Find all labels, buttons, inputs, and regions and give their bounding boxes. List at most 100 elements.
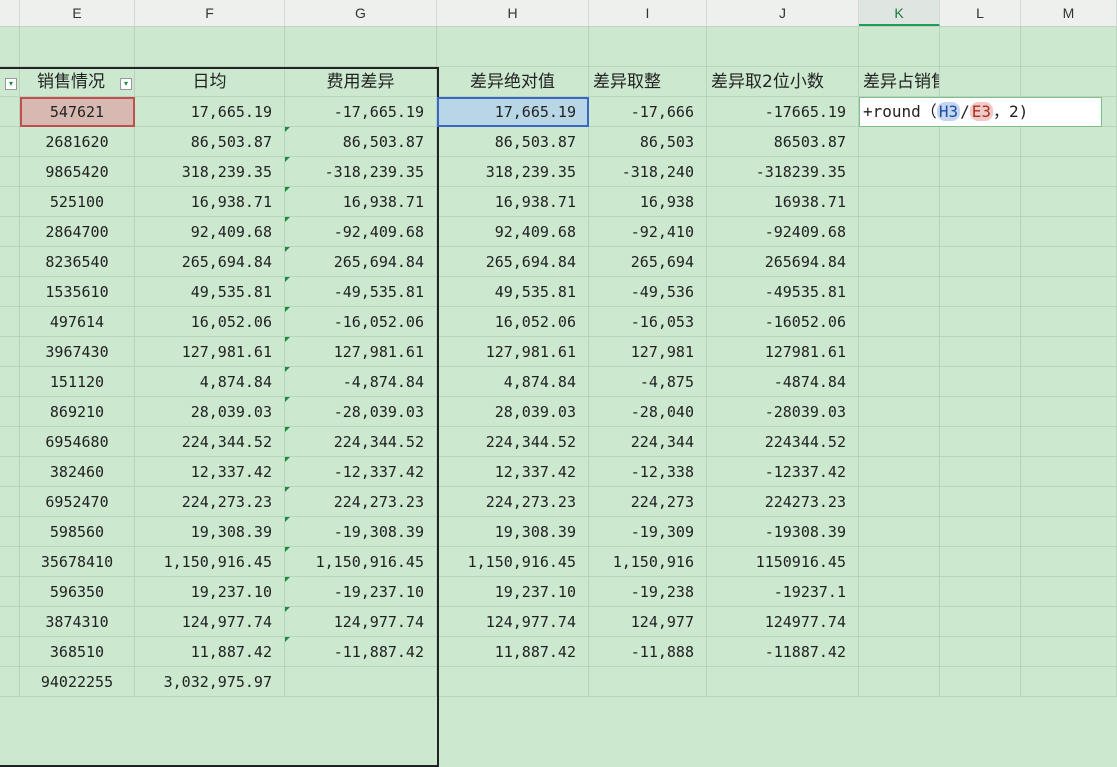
formula-ref-h3[interactable]: H3 [936, 102, 961, 121]
cell-e[interactable]: 6954680 [20, 427, 135, 457]
column-header-j[interactable]: J [707, 0, 859, 26]
cell-h[interactable]: 127,981.61 [437, 337, 589, 367]
cell-h[interactable]: 224,344.52 [437, 427, 589, 457]
cell-e[interactable]: 382460 [20, 457, 135, 487]
cell-j[interactable]: -28039.03 [707, 397, 859, 427]
cell-i[interactable]: -19,309 [589, 517, 707, 547]
cell-e[interactable]: 8236540 [20, 247, 135, 277]
cell-e[interactable]: 35678410 [20, 547, 135, 577]
column-header-k[interactable]: K [859, 0, 940, 26]
cell-i[interactable]: 265,694 [589, 247, 707, 277]
cell-e[interactable]: 368510 [20, 637, 135, 667]
cell-i[interactable]: 224,273 [589, 487, 707, 517]
cell-g[interactable]: 86,503.87 [285, 127, 437, 157]
cell-h[interactable]: 16,052.06 [437, 307, 589, 337]
cell-g[interactable]: -4,874.84 [285, 367, 437, 397]
column-header-g[interactable]: G [285, 0, 437, 26]
filter-dropdown-icon[interactable]: ▾ [5, 78, 17, 90]
cell-h[interactable]: 318,239.35 [437, 157, 589, 187]
cell-f[interactable]: 49,535.81 [135, 277, 285, 307]
cell-g[interactable]: -12,337.42 [285, 457, 437, 487]
cell-j[interactable]: 1150916.45 [707, 547, 859, 577]
cell-i[interactable]: -28,040 [589, 397, 707, 427]
cell-f[interactable]: 224,273.23 [135, 487, 285, 517]
cell-g[interactable]: 224,344.52 [285, 427, 437, 457]
cell-g[interactable]: -19,308.39 [285, 517, 437, 547]
cell-j[interactable]: -19308.39 [707, 517, 859, 547]
cell-j[interactable]: 224344.52 [707, 427, 859, 457]
cell-j[interactable]: -318239.35 [707, 157, 859, 187]
cell-f[interactable]: 19,237.10 [135, 577, 285, 607]
formula-ref-e3[interactable]: E3 [969, 102, 993, 121]
cell-i[interactable]: 224,344 [589, 427, 707, 457]
cell-g[interactable]: 265,694.84 [285, 247, 437, 277]
cell-f[interactable]: 12,337.42 [135, 457, 285, 487]
cell-h[interactable]: 1,150,916.45 [437, 547, 589, 577]
cell-h[interactable]: 124,977.74 [437, 607, 589, 637]
cell-j[interactable]: -4874.84 [707, 367, 859, 397]
cell-h[interactable]: 11,887.42 [437, 637, 589, 667]
cell-i[interactable]: -11,888 [589, 637, 707, 667]
cell-h[interactable]: 4,874.84 [437, 367, 589, 397]
cell-h[interactable]: 17,665.19 [437, 97, 589, 127]
column-header-i[interactable]: I [589, 0, 707, 26]
cell-g[interactable]: 224,273.23 [285, 487, 437, 517]
cell-e[interactable]: 2681620 [20, 127, 135, 157]
cell-h[interactable]: 16,938.71 [437, 187, 589, 217]
cell-i[interactable]: -49,536 [589, 277, 707, 307]
cell-f[interactable]: 4,874.84 [135, 367, 285, 397]
cell-e[interactable]: 3874310 [20, 607, 135, 637]
cell-g[interactable]: 127,981.61 [285, 337, 437, 367]
cell-g[interactable]: -19,237.10 [285, 577, 437, 607]
cell-j[interactable]: 224273.23 [707, 487, 859, 517]
cell-f[interactable]: 19,308.39 [135, 517, 285, 547]
cell-h[interactable]: 224,273.23 [437, 487, 589, 517]
cell-f[interactable]: 86,503.87 [135, 127, 285, 157]
cell-e[interactable]: 2864700 [20, 217, 135, 247]
cell-f[interactable]: 17,665.19 [135, 97, 285, 127]
cell-e[interactable]: 525100 [20, 187, 135, 217]
cell-j[interactable]: -17665.19 [707, 97, 859, 127]
cell-h[interactable]: 265,694.84 [437, 247, 589, 277]
cell-j[interactable]: 265694.84 [707, 247, 859, 277]
cell-g[interactable]: 16,938.71 [285, 187, 437, 217]
cell-j[interactable]: -19237.1 [707, 577, 859, 607]
cell-i[interactable]: -17,666 [589, 97, 707, 127]
cell-i[interactable]: 86,503 [589, 127, 707, 157]
cell-f[interactable]: 127,981.61 [135, 337, 285, 367]
cell-f[interactable]: 28,039.03 [135, 397, 285, 427]
cell-g[interactable]: -28,039.03 [285, 397, 437, 427]
cell-e[interactable]: 869210 [20, 397, 135, 427]
cell-i[interactable]: 16,938 [589, 187, 707, 217]
filter-dropdown-icon[interactable]: ▾ [120, 78, 132, 90]
cell-e[interactable]: 547621 [20, 97, 135, 127]
cell-i[interactable]: -16,053 [589, 307, 707, 337]
cell-f[interactable]: 224,344.52 [135, 427, 285, 457]
cell-f[interactable]: 16,052.06 [135, 307, 285, 337]
cell-i[interactable]: -92,410 [589, 217, 707, 247]
cell-e[interactable]: 596350 [20, 577, 135, 607]
cell-f[interactable]: 265,694.84 [135, 247, 285, 277]
cell-i[interactable]: -19,238 [589, 577, 707, 607]
cell-i[interactable]: 124,977 [589, 607, 707, 637]
cell-h[interactable]: 19,308.39 [437, 517, 589, 547]
cell-j[interactable]: 86503.87 [707, 127, 859, 157]
cell-h[interactable]: 49,535.81 [437, 277, 589, 307]
cell-e[interactable]: 151120 [20, 367, 135, 397]
cell-f[interactable]: 16,938.71 [135, 187, 285, 217]
cell-f[interactable]: 124,977.74 [135, 607, 285, 637]
cell-e[interactable]: 1535610 [20, 277, 135, 307]
cell-g[interactable]: -17,665.19 [285, 97, 437, 127]
cell-j[interactable]: -11887.42 [707, 637, 859, 667]
cell-h[interactable]: 86,503.87 [437, 127, 589, 157]
cell-e[interactable]: 6952470 [20, 487, 135, 517]
cell-j[interactable]: -49535.81 [707, 277, 859, 307]
column-header-l[interactable]: L [940, 0, 1021, 26]
cell-f[interactable]: 318,239.35 [135, 157, 285, 187]
cell-g[interactable]: 124,977.74 [285, 607, 437, 637]
cell-g[interactable]: -49,535.81 [285, 277, 437, 307]
cell-i[interactable]: -318,240 [589, 157, 707, 187]
cell-i[interactable]: -4,875 [589, 367, 707, 397]
cell-e[interactable]: 598560 [20, 517, 135, 547]
column-header-f[interactable]: F [135, 0, 285, 26]
